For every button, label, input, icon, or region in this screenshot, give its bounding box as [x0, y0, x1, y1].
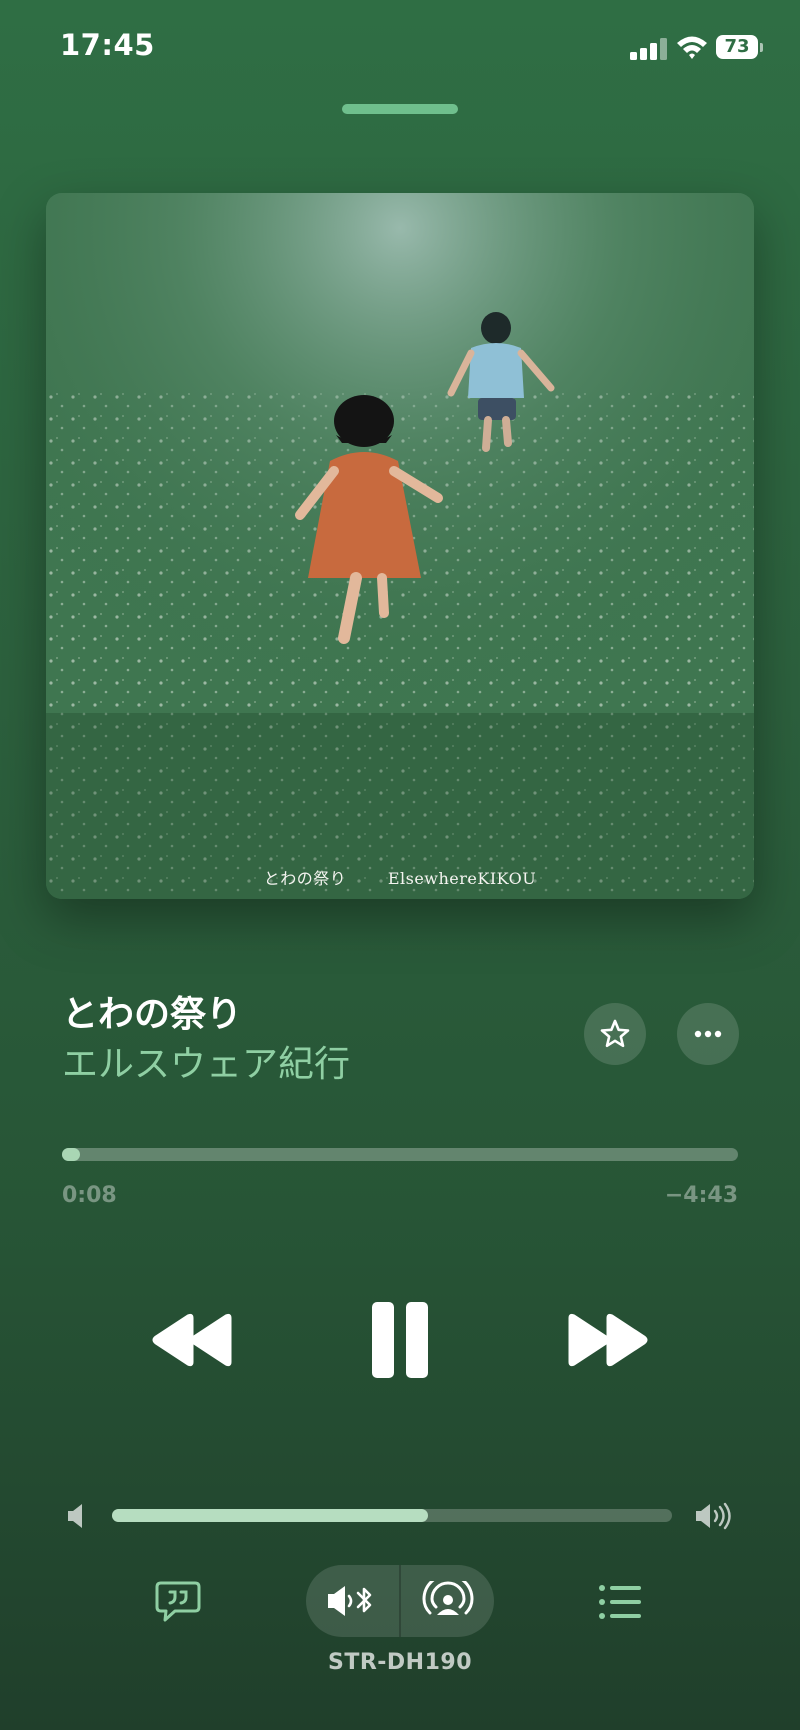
more-icon [694, 1030, 722, 1038]
time-elapsed: 0:08 [62, 1183, 117, 1208]
route-divider [399, 1565, 401, 1637]
status-bar: 17:45 73 [0, 0, 800, 100]
volume-low-icon [68, 1504, 82, 1528]
artwork-caption: とわの祭り ElsewhereKIKOU [46, 865, 754, 889]
bluetooth-speaker-icon[interactable] [326, 1583, 378, 1619]
pause-icon[interactable] [370, 1300, 430, 1380]
queue-icon[interactable] [598, 1583, 642, 1621]
track-title: とわの祭り [62, 994, 243, 1035]
airplay-icon[interactable] [422, 1581, 474, 1621]
lyrics-icon[interactable] [155, 1580, 201, 1624]
artwork-caption-title: とわの祭り [263, 869, 347, 888]
playback-progress-fill [62, 1148, 81, 1161]
playback-scrubber[interactable] [62, 1148, 738, 1161]
track-artist[interactable]: エルスウェア紀行 [62, 1035, 350, 1087]
star-icon [600, 1019, 630, 1048]
time-remaining: −4:43 [664, 1183, 738, 1208]
volume-slider[interactable] [112, 1509, 672, 1522]
artwork-photo [46, 193, 754, 899]
volume-level-fill [112, 1509, 429, 1522]
signal-icon [630, 38, 667, 60]
sheet-grabber[interactable] [342, 104, 458, 114]
favorite-button[interactable] [584, 1003, 646, 1065]
wifi-icon [677, 36, 707, 59]
more-options-button[interactable] [677, 1003, 739, 1065]
battery-tip [760, 43, 763, 52]
album-artwork: とわの祭り ElsewhereKIKOU [46, 193, 754, 899]
artwork-caption-artist: ElsewhereKIKOU [387, 869, 537, 888]
audio-route-control [306, 1565, 494, 1637]
battery-icon: 73 [716, 35, 764, 59]
output-device-name: STR-DH190 [327, 1650, 473, 1675]
volume-high-icon [696, 1502, 731, 1530]
rewind-icon[interactable] [152, 1312, 234, 1368]
status-time: 17:45 [60, 28, 155, 62]
battery-level: 73 [716, 35, 758, 59]
fast-forward-icon[interactable] [566, 1312, 648, 1368]
